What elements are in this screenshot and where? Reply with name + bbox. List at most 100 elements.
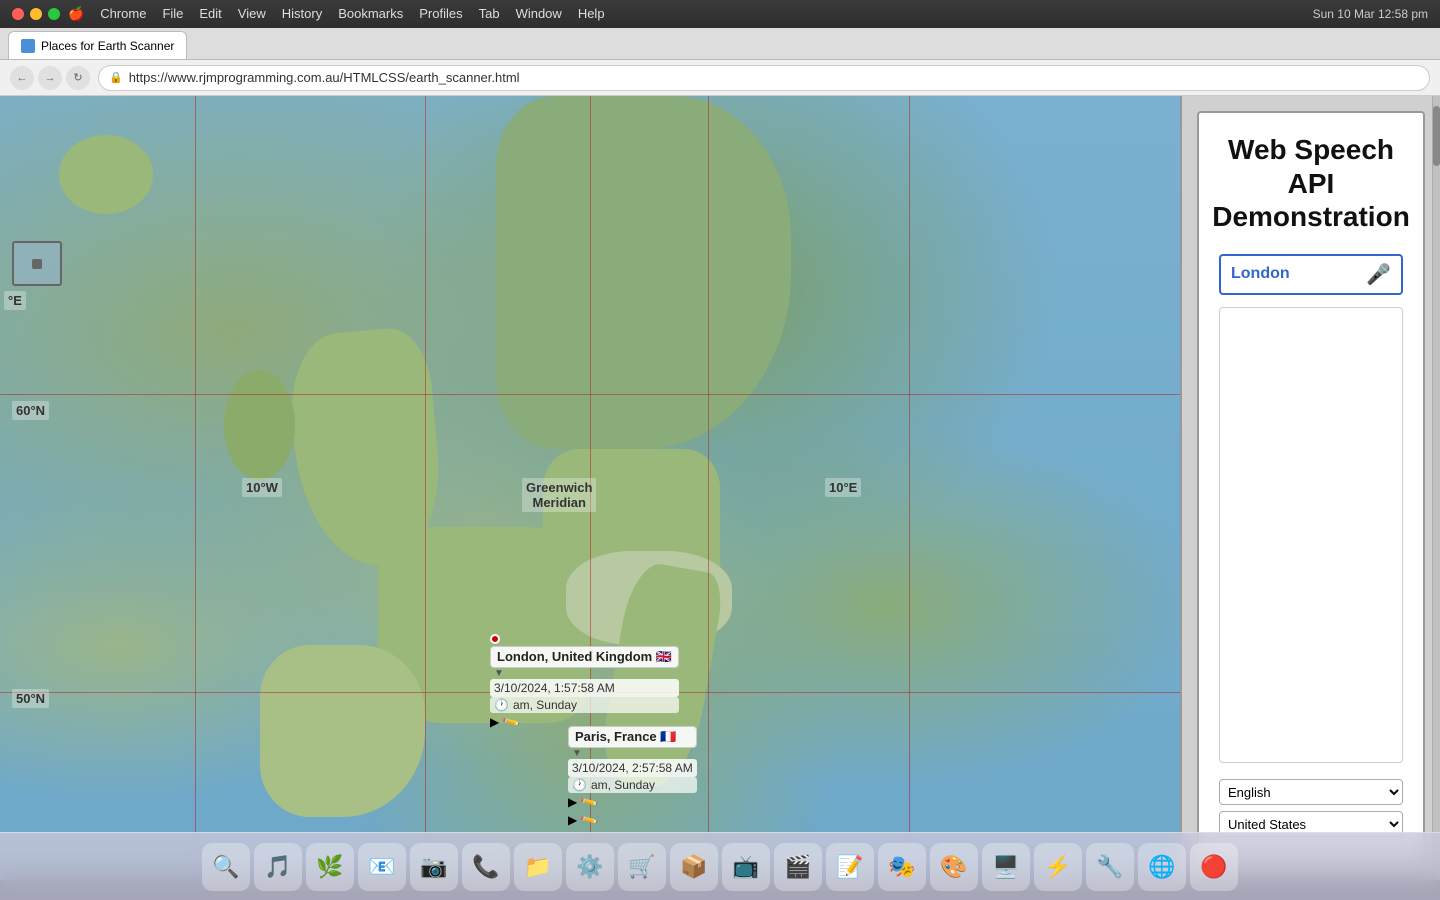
tab-label: Places for Earth Scanner: [41, 39, 174, 53]
paris-pin-arrow: ▼: [572, 748, 697, 759]
london-pin[interactable]: London, United Kingdom 🇬🇧 ▼ 3/10/2024, 1…: [490, 634, 679, 729]
dock-phone[interactable]: 📞: [462, 843, 510, 891]
grid-line-h1: [0, 394, 1180, 395]
dock-tools[interactable]: 🔧: [1086, 843, 1134, 891]
dock-monitor[interactable]: 🖥️: [982, 843, 1030, 891]
label-lat-60: 60°N: [12, 401, 49, 420]
land-ireland: [224, 370, 295, 480]
dock-tv[interactable]: 📺: [722, 843, 770, 891]
paris-controls[interactable]: ▶ ✏️ ▶ ✏️: [568, 793, 697, 827]
paris-clock-icon: 🕐: [572, 778, 587, 792]
london-time-label: am, Sunday: [513, 698, 577, 712]
dock-photos[interactable]: 📷: [410, 843, 458, 891]
dock-art[interactable]: 🎨: [930, 843, 978, 891]
maximize-button[interactable]: [48, 8, 60, 20]
scrollbar-thumb[interactable]: [1433, 106, 1440, 166]
menu-tab[interactable]: Tab: [479, 6, 500, 22]
menu-apple[interactable]: 🍎: [68, 6, 84, 22]
minimize-button[interactable]: [30, 8, 42, 20]
london-clock-icon: 🕐: [494, 698, 509, 712]
london-time-detail: 🕐 am, Sunday: [490, 697, 679, 713]
play-icon-2[interactable]: ▶: [568, 795, 577, 809]
dock-app2[interactable]: 🛒: [618, 843, 666, 891]
dock: 🔍 🎵 🌿 📧 📷 📞 📁 ⚙️ 🛒 📦 📺 🎬 📝 🎭 🎨 🖥️ ⚡ 🔧 🌐 …: [0, 832, 1440, 900]
sidebar-panel: Web Speech API Demonstration London 🎤 En…: [1180, 96, 1440, 880]
tab-favicon: [21, 39, 35, 53]
dock-app4[interactable]: 🎭: [878, 843, 926, 891]
menu-bookmarks[interactable]: Bookmarks: [338, 6, 403, 22]
pencil-icon-2[interactable]: ✏️: [579, 792, 599, 812]
land-iceland: [59, 135, 153, 213]
title-bar-left: 🍎 Chrome File Edit View History Bookmark…: [12, 6, 605, 22]
scrollbar[interactable]: [1432, 96, 1440, 880]
london-pin-arrow: ▼: [494, 668, 679, 679]
system-time: Sun 10 Mar 12:58 pm: [1313, 7, 1428, 21]
map-inset[interactable]: [12, 241, 62, 286]
sidebar-inner: Web Speech API Demonstration London 🎤 En…: [1197, 111, 1425, 865]
grid-line-v4: [909, 96, 910, 880]
dock-finder[interactable]: 🔍: [202, 843, 250, 891]
lock-icon: 🔒: [109, 71, 123, 84]
paris-pin-label: Paris, France 🇫🇷: [568, 726, 697, 748]
dock-app1[interactable]: 🌿: [306, 843, 354, 891]
main-content: °E 10°W GreenwichMeridian 10°E 60°N 50°N…: [0, 96, 1440, 880]
menu-history[interactable]: History: [282, 6, 322, 22]
title-bar: 🍎 Chrome File Edit View History Bookmark…: [0, 0, 1440, 28]
grid-line-v1: [195, 96, 196, 880]
close-button[interactable]: [12, 8, 24, 20]
land-scandinavia: [496, 96, 791, 449]
menu-edit[interactable]: Edit: [199, 6, 221, 22]
dock-app3[interactable]: 📦: [670, 843, 718, 891]
menu-help[interactable]: Help: [578, 6, 605, 22]
menu-view[interactable]: View: [238, 6, 266, 22]
url-text: https://www.rjmprogramming.com.au/HTMLCS…: [129, 70, 520, 85]
dock-browser[interactable]: 🌐: [1138, 843, 1186, 891]
paris-time-label: am, Sunday: [591, 778, 655, 792]
map-container[interactable]: °E 10°W GreenwichMeridian 10°E 60°N 50°N…: [0, 96, 1180, 880]
dock-prefs[interactable]: ⚙️: [566, 843, 614, 891]
pencil-icon[interactable]: ✏️: [501, 712, 521, 732]
label-lon-pos: 10°E: [825, 478, 861, 497]
dock-video[interactable]: 🎬: [774, 843, 822, 891]
menu-chrome[interactable]: Chrome: [100, 6, 146, 22]
paris-pin[interactable]: Paris, France 🇫🇷 ▼ 3/10/2024, 2:57:58 AM…: [568, 724, 697, 827]
active-tab[interactable]: Places for Earth Scanner: [8, 31, 187, 59]
forward-button[interactable]: →: [38, 66, 62, 90]
paris-datetime: 3/10/2024, 2:57:58 AM: [568, 759, 697, 777]
map-inset-marker: [32, 259, 42, 269]
dock-notes[interactable]: 📝: [826, 843, 874, 891]
dock-music[interactable]: 🎵: [254, 843, 302, 891]
label-lat-e: °E: [4, 291, 26, 310]
dock-mail[interactable]: 📧: [358, 843, 406, 891]
label-greenwich: GreenwichMeridian: [522, 478, 596, 512]
london-pin-dot: [490, 634, 500, 644]
back-button[interactable]: ←: [10, 66, 34, 90]
menu-profiles[interactable]: Profiles: [419, 6, 462, 22]
play-icon-3[interactable]: ▶: [568, 813, 577, 827]
speech-output-box[interactable]: [1219, 307, 1403, 763]
reload-button[interactable]: ↻: [66, 66, 90, 90]
london-pin-label: London, United Kingdom 🇬🇧: [490, 646, 679, 668]
address-bar[interactable]: 🔒 https://www.rjmprogramming.com.au/HTML…: [98, 65, 1430, 91]
sidebar-title: Web Speech API Demonstration: [1212, 133, 1410, 234]
menu-file[interactable]: File: [162, 6, 183, 22]
language-select[interactable]: English French German Spanish: [1219, 779, 1403, 805]
london-datetime: 3/10/2024, 1:57:58 AM: [490, 679, 679, 697]
grid-line-v3: [708, 96, 709, 880]
tab-bar: Places for Earth Scanner: [0, 28, 1440, 60]
pencil-icon-3[interactable]: ✏️: [579, 810, 599, 830]
menu-bar: 🍎 Chrome File Edit View History Bookmark…: [68, 6, 605, 22]
dock-app6[interactable]: 🔴: [1190, 843, 1238, 891]
dock-app5[interactable]: ⚡: [1034, 843, 1082, 891]
label-lon-neg: 10°W: [242, 478, 282, 497]
play-icon-1[interactable]: ▶: [490, 715, 499, 729]
dock-files[interactable]: 📁: [514, 843, 562, 891]
traffic-lights: [12, 8, 60, 20]
speech-input-box[interactable]: London 🎤: [1219, 254, 1403, 295]
menu-window[interactable]: Window: [516, 6, 562, 22]
browser-chrome: ← → ↻ 🔒 https://www.rjmprogramming.com.a…: [0, 60, 1440, 96]
paris-time-detail: 🕐 am, Sunday: [568, 777, 697, 793]
mic-icon[interactable]: 🎤: [1366, 262, 1391, 287]
nav-buttons: ← → ↻: [10, 66, 90, 90]
speech-input-text: London: [1231, 265, 1290, 283]
